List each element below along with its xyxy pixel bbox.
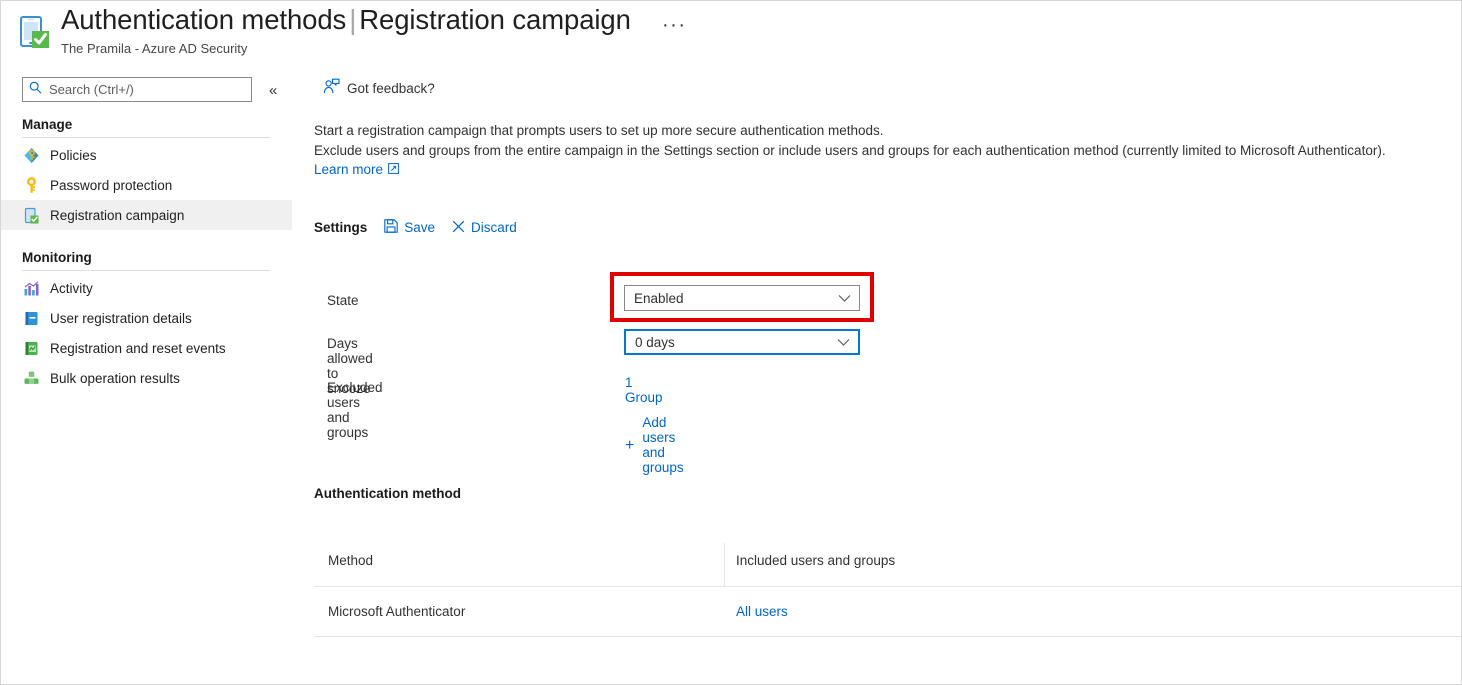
settings-label: Settings (314, 220, 367, 235)
excluded-users-label: Excluded users and groups (327, 380, 383, 440)
close-x-icon (452, 220, 465, 236)
state-dropdown[interactable]: Enabled (624, 285, 860, 311)
snooze-dropdown[interactable]: 0 days (624, 329, 860, 355)
save-button[interactable]: Save (384, 219, 435, 236)
excluded-groups-link[interactable]: 1 Group (625, 375, 663, 405)
learn-more-link[interactable]: Learn more (314, 162, 399, 177)
feedback-person-icon (323, 78, 347, 98)
description-line-2: Exclude users and groups from the entire… (314, 141, 1386, 161)
chevron-down-icon (837, 335, 850, 350)
state-dropdown-value: Enabled (634, 291, 684, 306)
add-users-label: Add users and groups (642, 415, 683, 475)
external-link-icon (388, 162, 399, 177)
state-label: State (327, 293, 359, 308)
table-header-row: Method Included users and groups (314, 535, 1462, 587)
authentication-method-heading: Authentication method (314, 486, 461, 501)
cell-method: Microsoft Authenticator (328, 604, 465, 619)
cell-included-users-link[interactable]: All users (736, 604, 788, 619)
add-users-and-groups-button[interactable]: + Add users and groups (625, 415, 684, 475)
snooze-dropdown-value: 0 days (635, 335, 675, 350)
table-row[interactable]: Microsoft Authenticator All users (314, 587, 1462, 637)
plus-icon: + (625, 439, 634, 452)
got-feedback-label: Got feedback? (347, 81, 435, 96)
main-content: Got feedback? Start a registration campa… (1, 1, 1462, 685)
column-header-included-users: Included users and groups (736, 553, 895, 568)
authentication-method-table: Method Included users and groups Microso… (314, 535, 1462, 637)
description-block: Start a registration campaign that promp… (314, 121, 1386, 179)
description-line-1: Start a registration campaign that promp… (314, 121, 1386, 141)
save-disk-icon (384, 219, 398, 236)
discard-button[interactable]: Discard (452, 220, 517, 236)
azure-portal-blade: Authentication methods|Registration camp… (0, 0, 1462, 685)
discard-label: Discard (471, 220, 517, 235)
settings-toolbar: Settings Save Disc (314, 219, 517, 236)
column-divider (724, 543, 725, 587)
save-label: Save (404, 220, 435, 235)
chevron-down-icon (838, 291, 851, 306)
got-feedback-button[interactable]: Got feedback? (323, 78, 435, 98)
column-header-method: Method (328, 553, 373, 568)
learn-more-label: Learn more (314, 162, 383, 177)
